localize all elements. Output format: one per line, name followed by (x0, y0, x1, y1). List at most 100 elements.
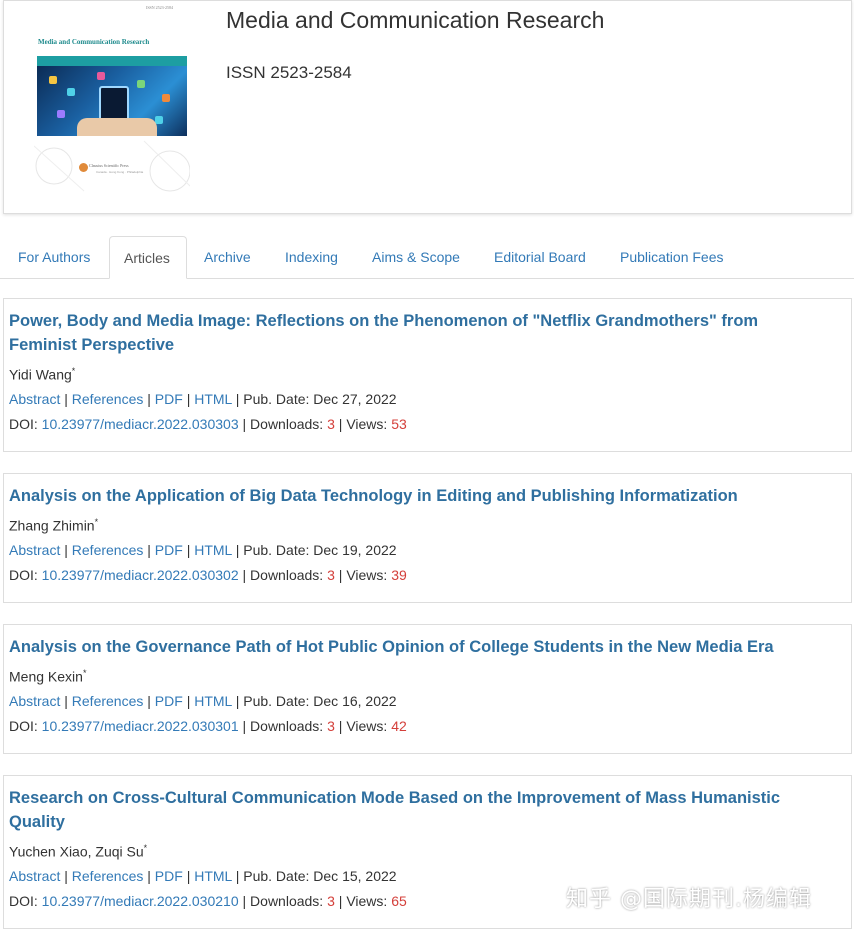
cover-band (37, 56, 187, 66)
separator: | (338, 893, 343, 909)
views-label: Views: (346, 893, 388, 909)
separator: | (147, 391, 151, 407)
journal-issn: ISSN 2523-2584 (226, 63, 352, 82)
article-links: Abstract | References | PDF | HTML | Pub… (9, 542, 397, 558)
separator: | (64, 391, 68, 407)
downloads-count: 3 (327, 893, 335, 909)
article-title-link[interactable]: Analysis on the Application of Big Data … (9, 484, 829, 508)
pub-date-label: Pub. Date: (243, 868, 310, 884)
article-stats: DOI: 10.23977/mediacr.2022.030303 | Down… (9, 416, 407, 432)
abstract-link[interactable]: Abstract (9, 391, 60, 407)
author-names: Yuchen Xiao, Zuqi Su (9, 843, 144, 860)
separator: | (242, 567, 247, 583)
article-stats: DOI: 10.23977/mediacr.2022.030301 | Down… (9, 718, 407, 734)
separator: | (235, 391, 240, 407)
journal-header: ISSN 2523-2584 Media and Communication R… (3, 0, 852, 214)
pub-date-label: Pub. Date: (243, 391, 310, 407)
cover-publisher-sub: Canada · Hong Kong · Philadelphia (96, 170, 144, 174)
separator: | (235, 868, 240, 884)
tab-archive[interactable]: Archive (190, 236, 265, 278)
tab-for-authors[interactable]: For Authors (4, 236, 104, 278)
journal-cover-image[interactable]: ISSN 2523-2584 Media and Communication R… (34, 1, 190, 197)
downloads-label: Downloads: (250, 718, 324, 734)
separator: | (338, 718, 343, 734)
abstract-link[interactable]: Abstract (9, 542, 60, 558)
separator: | (64, 693, 68, 709)
views-label: Views: (346, 416, 388, 432)
downloads-count: 3 (327, 416, 335, 432)
tab-publication-fees[interactable]: Publication Fees (606, 236, 738, 278)
separator: | (147, 868, 151, 884)
pub-date: Dec 15, 2022 (313, 868, 397, 884)
tab-articles[interactable]: Articles (109, 236, 187, 279)
tab-editorial-board[interactable]: Editorial Board (480, 236, 600, 278)
separator: | (64, 868, 68, 884)
author-names: Yidi Wang (9, 366, 72, 383)
doi-link[interactable]: 10.23977/mediacr.2022.030301 (42, 718, 239, 734)
article-title-link[interactable]: Research on Cross-Cultural Communication… (9, 786, 829, 834)
separator: | (147, 542, 151, 558)
views-count: 65 (391, 893, 407, 909)
article-card: Analysis on the Governance Path of Hot P… (3, 624, 852, 754)
references-link[interactable]: References (72, 693, 144, 709)
references-link[interactable]: References (72, 542, 144, 558)
pub-date-label: Pub. Date: (243, 542, 310, 558)
separator: | (242, 718, 247, 734)
cover-issn: ISSN 2523-2584 (146, 5, 174, 10)
html-link[interactable]: HTML (194, 542, 232, 558)
pdf-link[interactable]: PDF (155, 868, 183, 884)
separator: | (186, 693, 191, 709)
html-link[interactable]: HTML (194, 391, 232, 407)
pub-date: Dec 19, 2022 (313, 542, 397, 558)
pub-date: Dec 16, 2022 (313, 693, 397, 709)
doi-label: DOI: (9, 567, 38, 583)
doi-label: DOI: (9, 718, 38, 734)
journal-tabs: For Authors Articles Archive Indexing Ai… (0, 236, 854, 279)
separator: | (242, 416, 247, 432)
separator: | (235, 693, 240, 709)
pub-date: Dec 27, 2022 (313, 391, 397, 407)
article-stats: DOI: 10.23977/mediacr.2022.030302 | Down… (9, 567, 407, 583)
views-label: Views: (346, 567, 388, 583)
views-count: 39 (391, 567, 407, 583)
pdf-link[interactable]: PDF (155, 693, 183, 709)
html-link[interactable]: HTML (194, 693, 232, 709)
corresponding-author-mark: * (71, 366, 76, 376)
article-authors: Meng Kexin* (9, 668, 86, 685)
pdf-link[interactable]: PDF (155, 391, 183, 407)
references-link[interactable]: References (72, 391, 144, 407)
cover-title: Media and Communication Research (38, 38, 150, 46)
abstract-link[interactable]: Abstract (9, 868, 60, 884)
downloads-count: 3 (327, 567, 335, 583)
doi-link[interactable]: 10.23977/mediacr.2022.030303 (42, 416, 239, 432)
tab-aims-scope[interactable]: Aims & Scope (358, 236, 474, 278)
separator: | (64, 542, 68, 558)
references-link[interactable]: References (72, 868, 144, 884)
separator: | (147, 693, 151, 709)
separator: | (338, 567, 343, 583)
separator: | (242, 893, 247, 909)
watermark-text: 知乎 @国际期刊.杨编辑 (566, 887, 812, 912)
article-stats: DOI: 10.23977/mediacr.2022.030210 | Down… (9, 893, 407, 909)
cover-illustration (37, 66, 187, 136)
doi-label: DOI: (9, 893, 38, 909)
views-label: Views: (346, 718, 388, 734)
article-links: Abstract | References | PDF | HTML | Pub… (9, 868, 397, 884)
article-card: Power, Body and Media Image: Reflections… (3, 298, 852, 452)
abstract-link[interactable]: Abstract (9, 693, 60, 709)
downloads-label: Downloads: (250, 893, 324, 909)
article-card: Analysis on the Application of Big Data … (3, 473, 852, 603)
author-names: Meng Kexin (9, 668, 83, 685)
doi-link[interactable]: 10.23977/mediacr.2022.030210 (42, 893, 239, 909)
article-title-link[interactable]: Analysis on the Governance Path of Hot P… (9, 635, 829, 659)
downloads-count: 3 (327, 718, 335, 734)
publisher-logo-icon (79, 163, 88, 172)
article-authors: Yuchen Xiao, Zuqi Su* (9, 843, 147, 860)
article-title-link[interactable]: Power, Body and Media Image: Reflections… (9, 309, 829, 357)
html-link[interactable]: HTML (194, 868, 232, 884)
pdf-link[interactable]: PDF (155, 542, 183, 558)
tab-indexing[interactable]: Indexing (271, 236, 352, 278)
article-links: Abstract | References | PDF | HTML | Pub… (9, 693, 397, 709)
cover-publisher: Clausius Scientific Press (89, 163, 129, 168)
doi-link[interactable]: 10.23977/mediacr.2022.030302 (42, 567, 239, 583)
